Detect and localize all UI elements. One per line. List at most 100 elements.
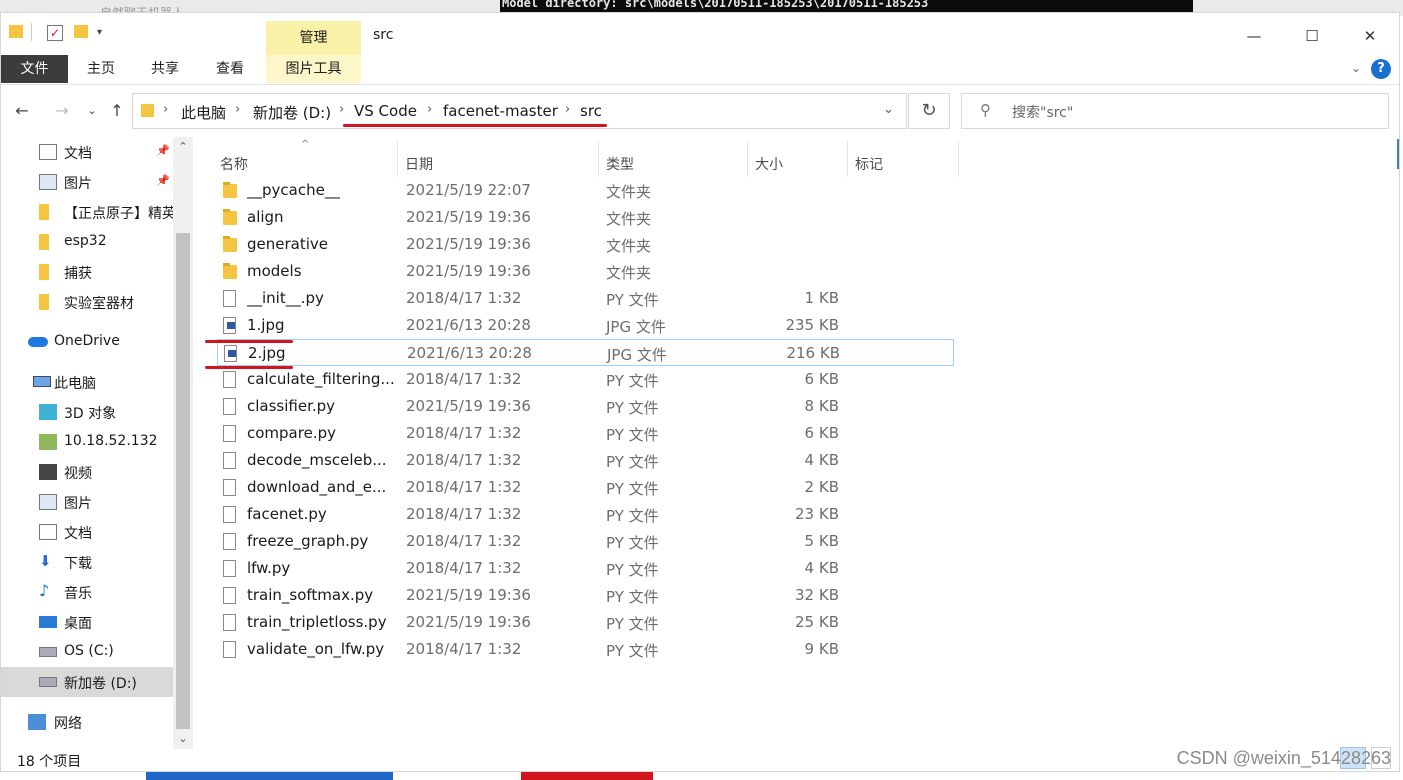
- sidebar-item-desktop[interactable]: 桌面: [1, 607, 173, 637]
- breadcrumb-facenet-master[interactable]: facenet-master: [443, 102, 558, 120]
- table-row[interactable]: __init__.py 2018/4/17 1:32 PY 文件 1 KB: [217, 285, 954, 312]
- table-row[interactable]: validate_on_lfw.py 2018/4/17 1:32 PY 文件 9 K…: [217, 636, 954, 663]
- chevron-right-icon[interactable]: ›: [163, 102, 168, 117]
- file-name: lfw.py: [247, 559, 291, 577]
- table-row[interactable]: freeze_graph.py 2018/4/17 1:32 PY 文件 5 KB: [217, 528, 954, 555]
- python-file-icon: [223, 425, 236, 442]
- properties-icon[interactable]: ✓: [47, 25, 63, 41]
- customize-toolbar-icon[interactable]: ▾: [97, 27, 102, 38]
- table-row[interactable]: generative 2021/5/19 19:36 文件夹: [217, 231, 954, 258]
- file-size: 8 KB: [804, 397, 839, 415]
- chevron-right-icon[interactable]: ›: [427, 102, 432, 117]
- column-tags[interactable]: 标记: [849, 141, 959, 177]
- address-dropdown-icon[interactable]: ⌄: [883, 102, 894, 117]
- sidebar-item-pictures[interactable]: 图片 📌: [1, 167, 173, 197]
- file-type: 文件夹: [606, 183, 652, 201]
- table-row[interactable]: models 2021/5/19 19:36 文件夹: [217, 258, 954, 285]
- ribbon-tabs: 文件 主页 共享 查看 图片工具 ⌄ ?: [1, 55, 1399, 85]
- sidebar-item-drive-c[interactable]: OS (C:): [1, 637, 173, 667]
- maximize-icon[interactable]: ☐: [1289, 21, 1335, 51]
- tab-share[interactable]: 共享: [134, 55, 196, 83]
- table-row[interactable]: 2.jpg 2021/6/13 20:28 JPG 文件 216 KB: [217, 339, 954, 366]
- sidebar-item-network-drive[interactable]: 10.18.52.132: [1, 427, 173, 457]
- new-folder-icon[interactable]: [74, 25, 88, 38]
- file-date: 2018/4/17 1:32: [406, 424, 522, 442]
- up-icon[interactable]: ↑: [105, 97, 129, 125]
- sidebar-item-capture[interactable]: 捕获: [1, 257, 173, 287]
- breadcrumb-vscode[interactable]: VS Code: [354, 102, 417, 120]
- python-file-icon: [223, 560, 236, 577]
- column-type[interactable]: 类型: [600, 141, 748, 177]
- breadcrumb-src[interactable]: src: [580, 102, 602, 120]
- chevron-right-icon[interactable]: ›: [565, 102, 570, 117]
- breadcrumb-this-pc[interactable]: 此电脑: [181, 102, 226, 123]
- file-type: PY 文件: [606, 534, 659, 552]
- file-name: generative: [247, 235, 328, 253]
- tab-manage[interactable]: 管理: [266, 21, 361, 55]
- sidebar-item-downloads[interactable]: ⬇ 下载: [1, 547, 173, 577]
- tab-file[interactable]: 文件: [1, 55, 68, 83]
- file-date: 2018/4/17 1:32: [406, 532, 522, 550]
- pin-icon[interactable]: 📌: [156, 144, 170, 157]
- minimize-icon[interactable]: —: [1231, 21, 1277, 51]
- file-type: PY 文件: [606, 588, 659, 606]
- table-row[interactable]: facenet.py 2018/4/17 1:32 PY 文件 23 KB: [217, 501, 954, 528]
- file-type: PY 文件: [606, 372, 659, 390]
- table-row[interactable]: calculate_filtering... 2018/4/17 1:32 PY 文…: [217, 366, 954, 393]
- help-icon[interactable]: ?: [1371, 59, 1391, 79]
- file-type: 文件夹: [606, 264, 652, 282]
- table-row[interactable]: decode_msceleb... 2018/4/17 1:32 PY 文件 4 KB: [217, 447, 954, 474]
- close-icon[interactable]: ✕: [1347, 21, 1393, 51]
- table-row[interactable]: compare.py 2018/4/17 1:32 PY 文件 6 KB: [217, 420, 954, 447]
- sidebar-item-onedrive[interactable]: OneDrive: [1, 327, 173, 357]
- table-row[interactable]: align 2021/5/19 19:36 文件夹: [217, 204, 954, 231]
- chevron-right-icon[interactable]: ›: [339, 102, 344, 117]
- table-row[interactable]: __pycache__ 2021/5/19 22:07 文件夹: [217, 177, 954, 204]
- sidebar-item-drive-d[interactable]: 新加卷 (D:): [1, 667, 173, 697]
- table-row[interactable]: train_tripletloss.py 2021/5/19 19:36 PY 文件…: [217, 609, 954, 636]
- refresh-icon[interactable]: ↻: [908, 93, 950, 129]
- scroll-down-icon[interactable]: ⌄: [173, 729, 193, 749]
- sidebar-item-lab-equipment[interactable]: 实验室器材: [1, 287, 173, 317]
- expand-ribbon-icon[interactable]: ⌄: [1351, 61, 1361, 75]
- forward-icon[interactable]: →: [50, 97, 74, 125]
- search-box[interactable]: ⚲ 搜索"src": [961, 93, 1389, 129]
- content-scrollbar[interactable]: [1397, 139, 1399, 169]
- sidebar-item-3d-objects[interactable]: 3D 对象: [1, 397, 173, 427]
- sidebar-item-esp32[interactable]: esp32: [1, 227, 173, 257]
- column-date[interactable]: 日期: [399, 141, 599, 177]
- sidebar-item-pictures-pc[interactable]: 图片: [1, 487, 173, 517]
- sidebar-item-videos[interactable]: 视频: [1, 457, 173, 487]
- sidebar-item-zhengdian[interactable]: 【正点原子】精英: [1, 197, 173, 227]
- chevron-right-icon[interactable]: ›: [235, 102, 240, 117]
- table-row[interactable]: classifier.py 2021/5/19 19:36 PY 文件 8 KB: [217, 393, 954, 420]
- file-name: download_and_e...: [247, 478, 387, 496]
- sidebar-item-music[interactable]: ♪ 音乐: [1, 577, 173, 607]
- recent-locations-icon[interactable]: ⌄: [80, 97, 104, 125]
- table-row[interactable]: lfw.py 2018/4/17 1:32 PY 文件 4 KB: [217, 555, 954, 582]
- tab-home[interactable]: 主页: [70, 55, 132, 83]
- sidebar-item-documents[interactable]: 文档 📌: [1, 137, 173, 167]
- table-row[interactable]: download_and_e... 2018/4/17 1:32 PY 文件 2 KB: [217, 474, 954, 501]
- tab-picture-tools[interactable]: 图片工具: [266, 55, 361, 83]
- scroll-up-icon[interactable]: ⌃: [173, 137, 193, 157]
- search-input[interactable]: 搜索"src": [1012, 102, 1073, 122]
- column-size[interactable]: 大小: [749, 141, 848, 177]
- navigation-scrollbar[interactable]: ⌃ ⌄: [173, 137, 193, 749]
- pin-icon[interactable]: 📌: [156, 174, 170, 187]
- python-file-icon: [223, 398, 236, 415]
- breadcrumb-drive-d[interactable]: 新加卷 (D:): [253, 102, 331, 123]
- sidebar-item-network[interactable]: 网络: [1, 707, 173, 737]
- column-name[interactable]: 名称: [214, 141, 398, 177]
- table-row[interactable]: 1.jpg 2021/6/13 20:28 JPG 文件 235 KB: [217, 312, 954, 339]
- file-date: 2018/4/17 1:32: [406, 451, 522, 469]
- back-icon[interactable]: ←: [10, 97, 34, 125]
- sidebar-item-this-pc[interactable]: 此电脑: [1, 367, 173, 397]
- table-row[interactable]: train_softmax.py 2021/5/19 19:36 PY 文件 32 K…: [217, 582, 954, 609]
- sidebar-item-documents-pc[interactable]: 文档: [1, 517, 173, 547]
- file-size: 216 KB: [786, 344, 840, 362]
- tab-view[interactable]: 查看: [199, 55, 261, 83]
- folder-icon: [39, 294, 49, 310]
- file-name: __init__.py: [247, 289, 324, 307]
- scrollbar-thumb[interactable]: [176, 233, 190, 729]
